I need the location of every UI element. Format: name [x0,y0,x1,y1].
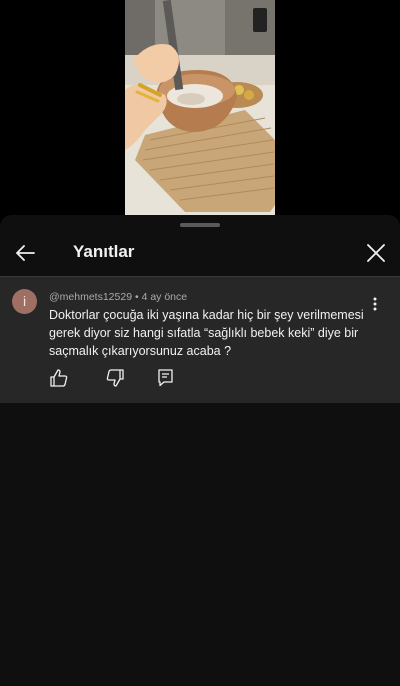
page-title: Yanıtlar [73,242,135,261]
drag-handle[interactable] [180,223,220,227]
video-player[interactable] [0,0,400,215]
avatar[interactable]: i [12,289,37,314]
reply-button[interactable] [155,367,177,389]
video-frame-image [125,0,275,215]
dislike-button[interactable] [104,367,126,389]
replies-header: Yanıtlar [0,233,400,275]
arrow-left-icon [16,245,35,261]
empty-replies-area [0,403,400,686]
comment-meta: @mehmets12529 • 4 ay önce [49,291,187,303]
comment-card: i @mehmets12529 • 4 ay önce Doktorlar ço… [0,277,400,403]
comment-actions [45,367,245,391]
close-button[interactable] [362,239,390,267]
back-button[interactable] [12,239,40,267]
more-vert-icon [373,297,377,311]
thumb-down-icon [106,369,124,387]
comment-author[interactable]: @mehmets12529 [49,291,132,303]
comment-time: 4 ay önce [141,291,188,303]
comment-text: Doktorlar çocuğa iki yaşına kadar hiç bi… [49,308,364,358]
thumb-up-icon [50,369,68,387]
meta-separator: • [132,291,142,303]
video-thumbnail [125,0,275,215]
like-button[interactable] [48,367,70,389]
more-options-button[interactable] [367,295,383,313]
replies-sheet: Yanıtlar i @mehmets12529 • 4 ay önce Dok… [0,215,400,686]
reply-comment-icon [158,369,173,387]
close-icon [367,244,385,262]
